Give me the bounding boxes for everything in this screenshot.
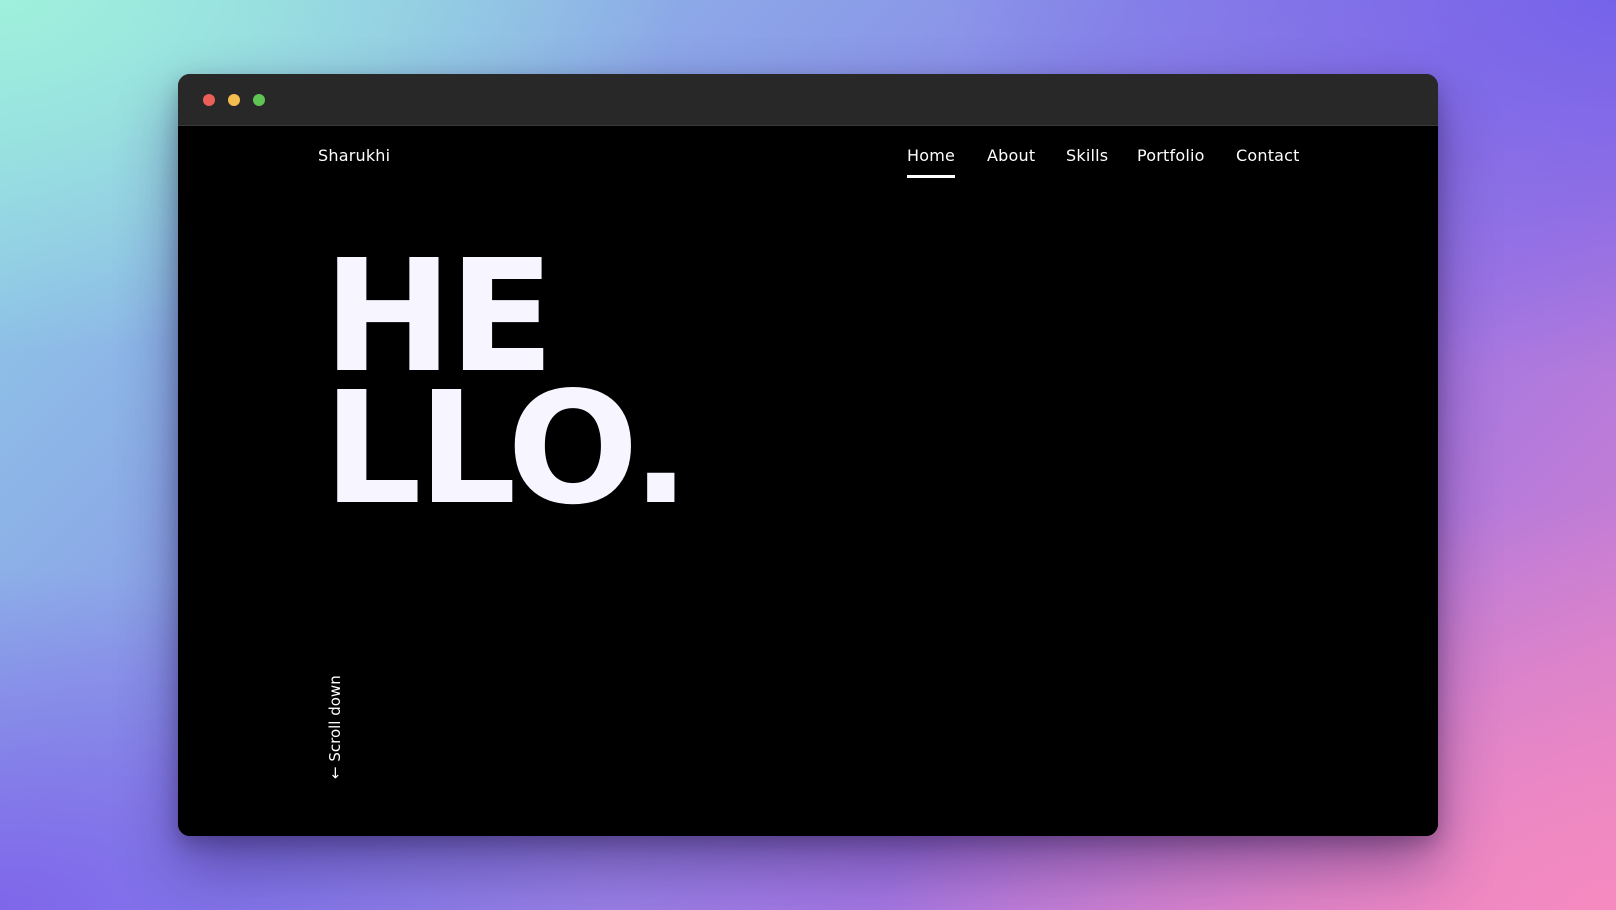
nav-item-skills[interactable]: Skills: [1066, 146, 1108, 165]
hero-heading: HE LLO.: [323, 239, 690, 539]
nav-item-about[interactable]: About: [987, 146, 1035, 165]
hero-line-2: LLO.: [323, 358, 690, 539]
maximize-window-button[interactable]: [253, 94, 265, 106]
scroll-down-label: ← Scroll down: [326, 675, 344, 779]
close-window-button[interactable]: [203, 94, 215, 106]
main-nav: Home About Skills Portfolio Contact: [178, 146, 1438, 186]
page-content: Sharukhi Home About Skills Portfolio Con…: [178, 126, 1438, 836]
nav-item-contact[interactable]: Contact: [1236, 146, 1300, 165]
minimize-window-button[interactable]: [228, 94, 240, 106]
window-titlebar: [178, 74, 1438, 126]
nav-item-portfolio[interactable]: Portfolio: [1137, 146, 1205, 165]
nav-item-home[interactable]: Home: [907, 146, 956, 178]
browser-window: Sharukhi Home About Skills Portfolio Con…: [178, 74, 1438, 836]
scroll-down-link[interactable]: ← Scroll down: [326, 671, 346, 781]
